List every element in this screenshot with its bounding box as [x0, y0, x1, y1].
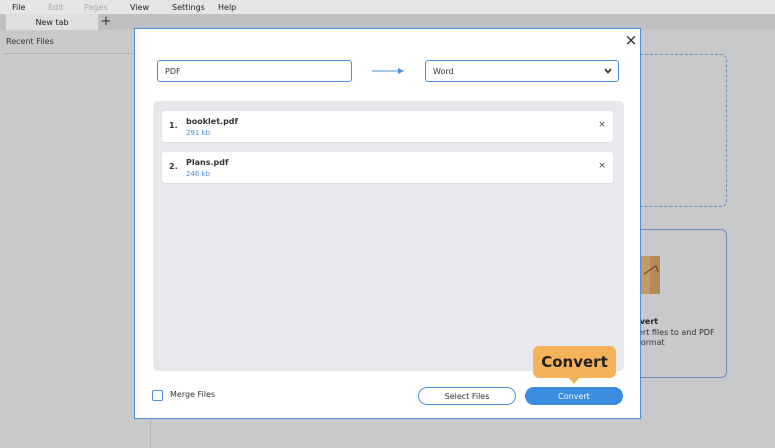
file-number: 2. [169, 162, 178, 171]
recent-files-title: Recent Files [6, 37, 54, 46]
menu-view[interactable]: View [130, 3, 172, 12]
menu-pages[interactable]: Pages [84, 3, 130, 12]
menu-edit[interactable]: Edit [48, 3, 84, 12]
remove-file-icon[interactable]: × [597, 120, 607, 130]
from-format-field[interactable]: PDF [157, 60, 352, 82]
arrow-right-icon [372, 68, 404, 74]
select-files-button[interactable]: Select Files [418, 387, 516, 405]
menu-help[interactable]: Help [218, 3, 258, 12]
merge-files-checkbox[interactable] [152, 390, 163, 401]
convert-tooltip: Convert [533, 346, 616, 378]
file-item: 1. booklet.pdf 291 kb × [162, 111, 613, 142]
convert-button[interactable]: Convert [525, 387, 623, 405]
file-name: Plans.pdf [186, 158, 229, 167]
tooltip-pointer [568, 377, 580, 384]
menu-bar: File Edit Pages View Settings Help [0, 0, 775, 14]
file-size: 291 kb [186, 129, 211, 137]
add-tab-button[interactable]: + [100, 14, 112, 30]
merge-files-label: Merge Files [170, 390, 216, 399]
document-icon [640, 256, 660, 294]
file-size: 246 kb [186, 170, 211, 178]
menu-file[interactable]: File [12, 3, 48, 12]
file-name: booklet.pdf [186, 117, 239, 126]
file-list: 1. booklet.pdf 291 kb × 2. Plans.pdf 246… [153, 101, 624, 371]
sidebar-divider [4, 53, 142, 54]
file-item: 2. Plans.pdf 246 kb × [162, 152, 613, 183]
to-format-select[interactable]: Word [425, 60, 619, 82]
close-icon[interactable]: × [623, 32, 639, 48]
to-format-value: Word [433, 66, 454, 76]
file-number: 1. [169, 121, 178, 130]
menu-settings[interactable]: Settings [172, 3, 218, 12]
chevron-down-icon [604, 68, 612, 74]
tab-new[interactable]: New tab [6, 14, 98, 30]
sidebar: Recent Files [0, 30, 151, 448]
convert-card-description: ert files to and PDF format [638, 328, 715, 347]
remove-file-icon[interactable]: × [597, 161, 607, 171]
